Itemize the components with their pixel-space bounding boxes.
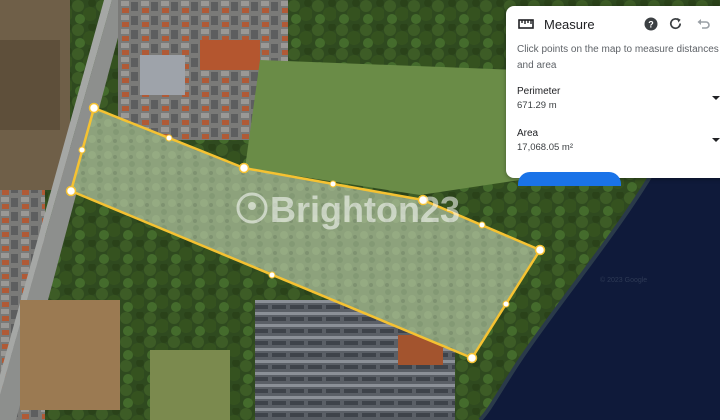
ruler-icon [518, 19, 534, 29]
perimeter-label: Perimeter [517, 86, 561, 97]
help-icon[interactable]: ? [644, 17, 658, 31]
imagery-credit: © 2023 Google [600, 276, 647, 284]
area-label: Area [517, 128, 539, 139]
vertex-handle[interactable] [238, 162, 250, 174]
midpoint-handle[interactable] [502, 300, 510, 308]
watermark-logo: Brighton23 [236, 189, 460, 230]
vertex-handle[interactable] [88, 102, 100, 114]
perimeter-value: 671.29 m [517, 100, 557, 111]
midpoint-handle[interactable] [478, 221, 486, 229]
panel-title: Measure [544, 17, 595, 32]
vertex-handle[interactable] [534, 244, 546, 256]
midpoint-handle[interactable] [268, 271, 276, 279]
instruction-text: Click points on the map to measure dista… [517, 44, 719, 71]
svg-text:?: ? [648, 20, 654, 30]
midpoint-handle[interactable] [165, 134, 173, 142]
undo-icon[interactable] [696, 17, 710, 31]
watermark-text: Brighton23 [270, 189, 460, 230]
vertex-handle[interactable] [466, 352, 478, 364]
midpoint-handle[interactable] [78, 146, 86, 154]
measure-panel: Measure ? Click points on the map to mea… [506, 6, 720, 186]
vertex-handle[interactable] [65, 185, 77, 197]
reset-icon[interactable] [668, 16, 683, 31]
action-button[interactable] [518, 172, 621, 186]
midpoint-handle[interactable] [329, 180, 337, 188]
area-dropdown-icon[interactable] [712, 137, 720, 143]
area-value: 17,068.05 m² [517, 142, 573, 153]
panel-header: Measure ? [506, 6, 720, 42]
perimeter-dropdown-icon[interactable] [712, 95, 720, 101]
